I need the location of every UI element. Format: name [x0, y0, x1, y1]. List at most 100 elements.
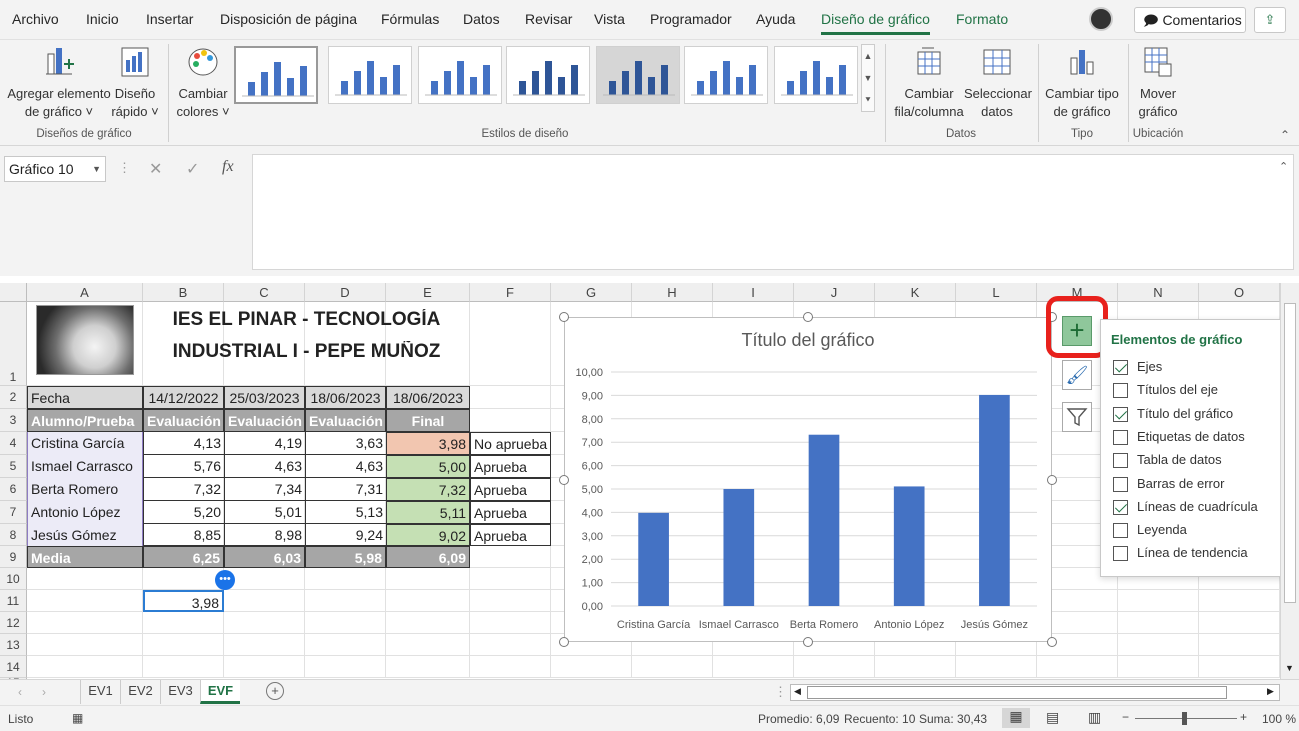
column-header[interactable]: H [632, 283, 713, 302]
chart-element-option[interactable]: Barras de error [1113, 475, 1224, 495]
grade-cell[interactable]: 5,01 [224, 501, 305, 524]
header-cell[interactable]: Evaluación 2 [224, 409, 305, 432]
row-header[interactable]: 2 [0, 386, 27, 409]
sheet-tab-ev1[interactable]: EV1 [80, 680, 120, 704]
date-cell[interactable]: 18/06/2023 [386, 386, 470, 409]
grade-cell[interactable]: 4,63 [224, 455, 305, 478]
bar[interactable] [808, 434, 840, 606]
chart-element-option[interactable]: Etiquetas de datos [1113, 428, 1245, 448]
tab-diseno-grafico[interactable]: Diseño de gráfico [821, 11, 930, 35]
title-line2[interactable]: INDUSTRIAL I - PEPE MUÑOZ [143, 341, 470, 363]
column-header[interactable]: N [1118, 283, 1199, 302]
column-header[interactable]: K [875, 283, 956, 302]
tab-programador[interactable]: Programador [650, 11, 732, 27]
student-name[interactable]: Cristina García [27, 432, 143, 455]
tab-revisar[interactable]: Revisar [525, 11, 572, 27]
column-header[interactable]: E [386, 283, 470, 302]
tab-formulas[interactable]: Fórmulas [381, 11, 439, 27]
checkbox[interactable] [1113, 406, 1128, 422]
zoom-level[interactable]: 100 % [1262, 712, 1296, 726]
checkbox[interactable] [1113, 429, 1128, 445]
enter-icon[interactable]: ✓ [186, 159, 199, 179]
media-cell[interactable]: Media [27, 546, 143, 568]
final-cell[interactable]: 5,00 [386, 455, 470, 478]
student-name[interactable]: Ismael Carrasco [27, 455, 143, 478]
chart-style-thumb[interactable] [328, 46, 412, 104]
date-cell[interactable]: 25/03/2023 [224, 386, 305, 409]
column-header[interactable]: B [143, 283, 224, 302]
chart-element-option[interactable]: Título del gráfico [1113, 405, 1233, 425]
tab-inicio[interactable]: Inicio [86, 11, 119, 27]
final-cell[interactable]: 7,32 [386, 478, 470, 501]
chart-styles-button[interactable]: 🖌 [1062, 360, 1092, 390]
row-header[interactable]: 9 [0, 546, 27, 568]
final-cell[interactable]: 9,02 [386, 524, 470, 546]
resize-handle[interactable] [803, 637, 813, 647]
zoom-slider-thumb[interactable] [1182, 712, 1187, 725]
zoom-out-icon[interactable]: − [1122, 710, 1129, 724]
scroll-down-icon[interactable]: ▼ [1285, 663, 1294, 673]
row-header[interactable]: 7 [0, 501, 27, 524]
final-cell[interactable]: 3,98 [386, 432, 470, 455]
tab-archivo[interactable]: Archivo [12, 11, 59, 27]
result-cell[interactable]: Aprueba [470, 524, 551, 546]
change-colors-button[interactable]: Cambiar colores ˅ [172, 44, 234, 121]
gallery-scroll[interactable]: ▲ ▼ ⯆ [861, 44, 875, 112]
column-header[interactable]: L [956, 283, 1037, 302]
tab-ayuda[interactable]: Ayuda [756, 11, 795, 27]
select-all-corner[interactable] [0, 283, 27, 302]
student-name[interactable]: Antonio López [27, 501, 143, 524]
row-header[interactable]: 6 [0, 478, 27, 501]
title-line1[interactable]: IES EL PINAR - TECNOLOGÍA [143, 309, 470, 331]
tab-formato[interactable]: Formato [956, 11, 1008, 27]
horizontal-scrollbar[interactable]: ◀ ▶ [790, 684, 1280, 701]
chart[interactable]: Título del gráfico 0,00 1,00 2,00 3,00 4,00 5… [564, 317, 1052, 642]
checkbox[interactable] [1113, 523, 1128, 539]
sheet-tab-ev2[interactable]: EV2 [120, 680, 160, 704]
header-cell[interactable]: Alumno/Prueba [27, 409, 143, 432]
row-header[interactable]: 14 [0, 656, 27, 678]
avatar[interactable] [1089, 7, 1113, 31]
header-cell[interactable]: Final [386, 409, 470, 432]
grade-cell[interactable]: 8,85 [143, 524, 224, 546]
chart-element-option[interactable]: Tabla de datos [1113, 451, 1222, 471]
resize-handle[interactable] [1047, 637, 1057, 647]
chart-element-option[interactable]: Leyenda [1113, 521, 1187, 541]
resize-handle[interactable] [559, 474, 569, 485]
page-layout-icon[interactable]: ▤ [1046, 709, 1059, 726]
grade-cell[interactable]: 4,63 [305, 455, 386, 478]
header-cell[interactable]: Evaluación 1 [143, 409, 224, 432]
checkbox[interactable] [1113, 546, 1128, 562]
resize-handle[interactable] [559, 312, 569, 322]
media-cell[interactable]: 6,25 [143, 546, 224, 568]
grade-cell[interactable]: 4,19 [224, 432, 305, 455]
result-cell[interactable]: Aprueba [470, 501, 551, 524]
media-cell[interactable]: 6,09 [386, 546, 470, 568]
row-header[interactable]: 4 [0, 432, 27, 455]
column-header[interactable]: G [551, 283, 632, 302]
share-button[interactable]: ⇪ [1254, 7, 1286, 33]
collapse-ribbon-icon[interactable]: ⌃ [1280, 128, 1290, 142]
prev-sheet-icon[interactable]: ‹ [18, 685, 22, 699]
column-header[interactable]: O [1199, 283, 1280, 302]
zoom-in-icon[interactable]: + [1240, 710, 1247, 724]
grade-cell[interactable]: 7,32 [143, 478, 224, 501]
row-header[interactable]: 5 [0, 455, 27, 478]
switch-row-column-button[interactable]: Cambiar fila/columna [892, 44, 966, 121]
add-chart-element-button[interactable]: Agregar elemento de gráfico ˅ [6, 44, 112, 121]
quick-analysis-icon[interactable]: ••• [215, 570, 235, 590]
row-header[interactable]: 10 [0, 568, 27, 590]
media-cell[interactable]: 6,03 [224, 546, 305, 568]
column-header[interactable]: I [713, 283, 794, 302]
chart-style-thumb[interactable] [596, 46, 680, 104]
resize-handle[interactable] [1047, 474, 1057, 485]
result-cell[interactable]: Aprueba [470, 455, 551, 478]
grade-cell[interactable]: 5,20 [143, 501, 224, 524]
scroll-thumb[interactable] [1284, 303, 1296, 603]
column-header[interactable]: F [470, 283, 551, 302]
page-break-icon[interactable]: ▥ [1088, 709, 1101, 726]
grade-cell[interactable]: 5,13 [305, 501, 386, 524]
formula-input[interactable] [252, 154, 1294, 270]
chart-style-thumb[interactable] [506, 46, 590, 104]
column-header[interactable]: C [224, 283, 305, 302]
